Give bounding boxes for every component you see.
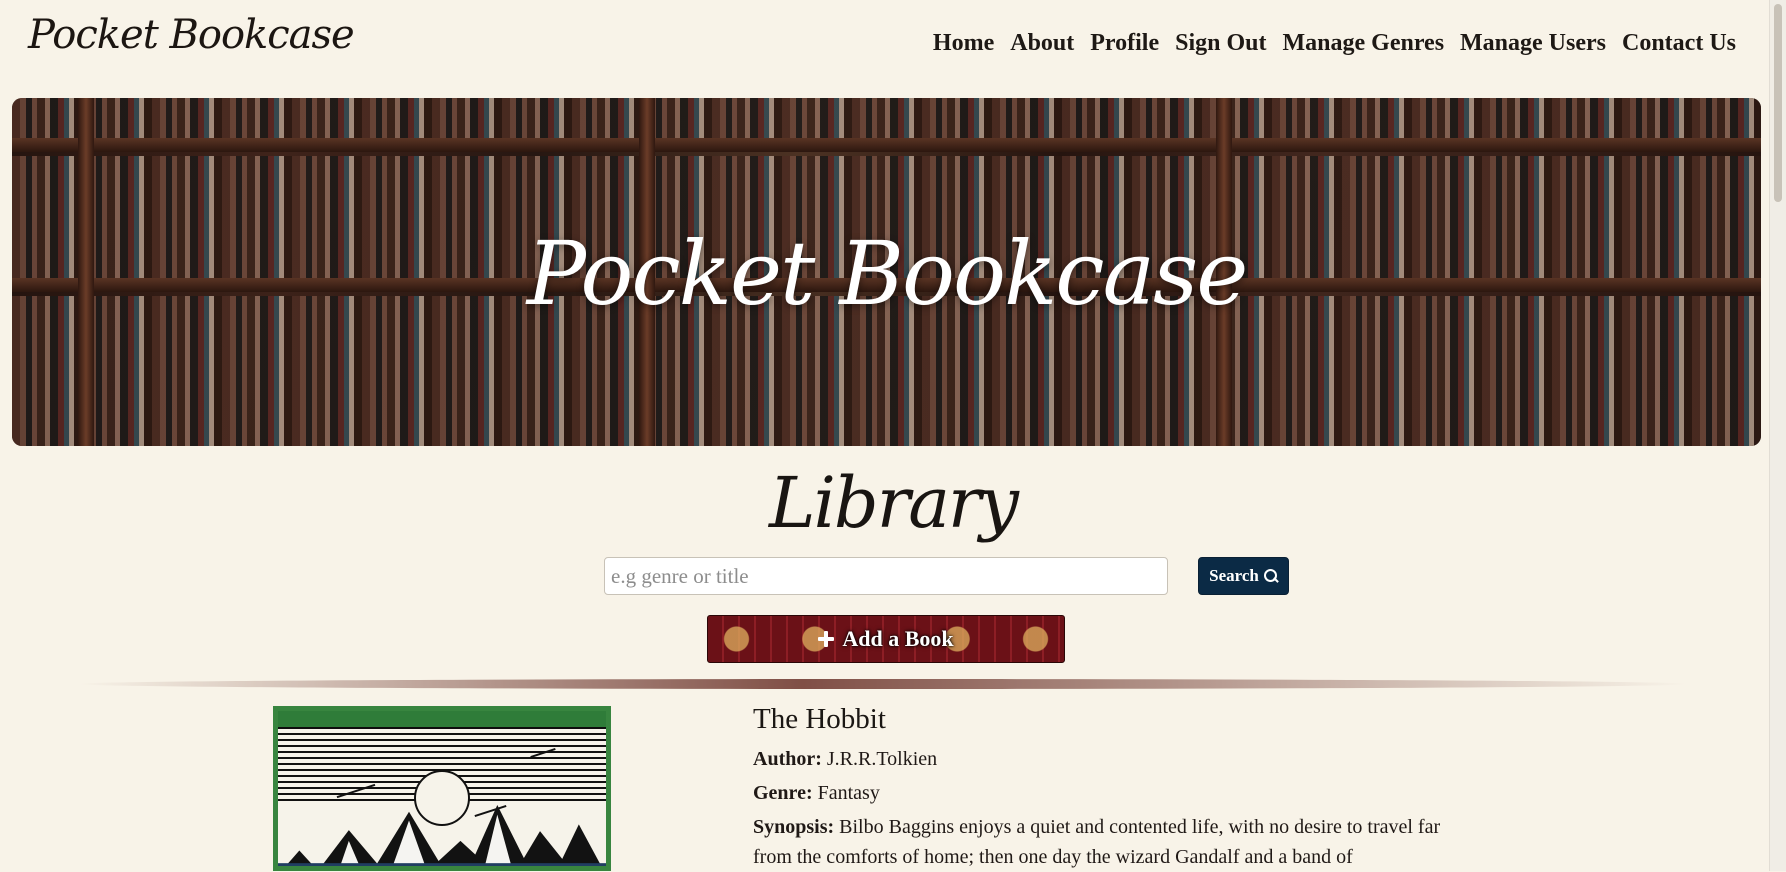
search-button[interactable]: Search (1198, 557, 1289, 595)
nav-about[interactable]: About (1010, 30, 1074, 57)
section-divider (78, 679, 1688, 689)
mountains-illustration (278, 804, 606, 866)
bookshelf-row (12, 98, 1761, 138)
book-author-label: Author: (753, 748, 822, 770)
library-title: Library (769, 462, 1019, 544)
nav-profile[interactable]: Profile (1090, 30, 1159, 57)
scroll-thumb[interactable] (1774, 4, 1782, 202)
cover-border (278, 711, 606, 727)
search-input[interactable] (604, 557, 1168, 595)
add-book-label: Add a Book (842, 626, 954, 651)
nav-manage-users[interactable]: Manage Users (1460, 30, 1606, 57)
brand-logo[interactable]: Pocket Bookcase (28, 12, 355, 58)
nav-sign-out[interactable]: Sign Out (1175, 30, 1266, 57)
book-synopsis-value: Bilbo Baggins enjoys a quiet and content… (753, 816, 1441, 868)
book-genre-label: Genre: (753, 782, 813, 804)
vertical-scrollbar[interactable] (1769, 0, 1786, 871)
nav-home[interactable]: Home (933, 30, 994, 57)
hero-banner: Pocket Bookcase (12, 98, 1761, 446)
search-icon (1263, 569, 1279, 583)
add-book-button[interactable]: Add a Book (707, 615, 1065, 663)
shelf-plank (12, 138, 1761, 152)
book-genre-value: Fantasy (817, 782, 880, 804)
hero-title: Pocket Bookcase (526, 222, 1249, 325)
plus-icon (818, 631, 835, 647)
book-title: The Hobbit (753, 703, 886, 735)
nav-contact-us[interactable]: Contact Us (1622, 30, 1736, 57)
book-genre: Genre: Fantasy (753, 778, 1453, 808)
search-button-label: Search (1209, 566, 1259, 585)
book-author: Author: J.R.R.Tolkien (753, 744, 1453, 774)
navbar: Pocket Bookcase Home About Profile Sign … (0, 0, 1786, 98)
book-synopsis: Synopsis: Bilbo Baggins enjoys a quiet a… (753, 812, 1453, 872)
book-synopsis-label: Synopsis: (753, 816, 835, 838)
nav-manage-genres[interactable]: Manage Genres (1283, 30, 1445, 57)
book-author-value: J.R.R.Tolkien (826, 748, 938, 770)
main-navigation: Home About Profile Sign Out Manage Genre… (933, 30, 1736, 57)
book-cover-image[interactable] (273, 706, 611, 871)
